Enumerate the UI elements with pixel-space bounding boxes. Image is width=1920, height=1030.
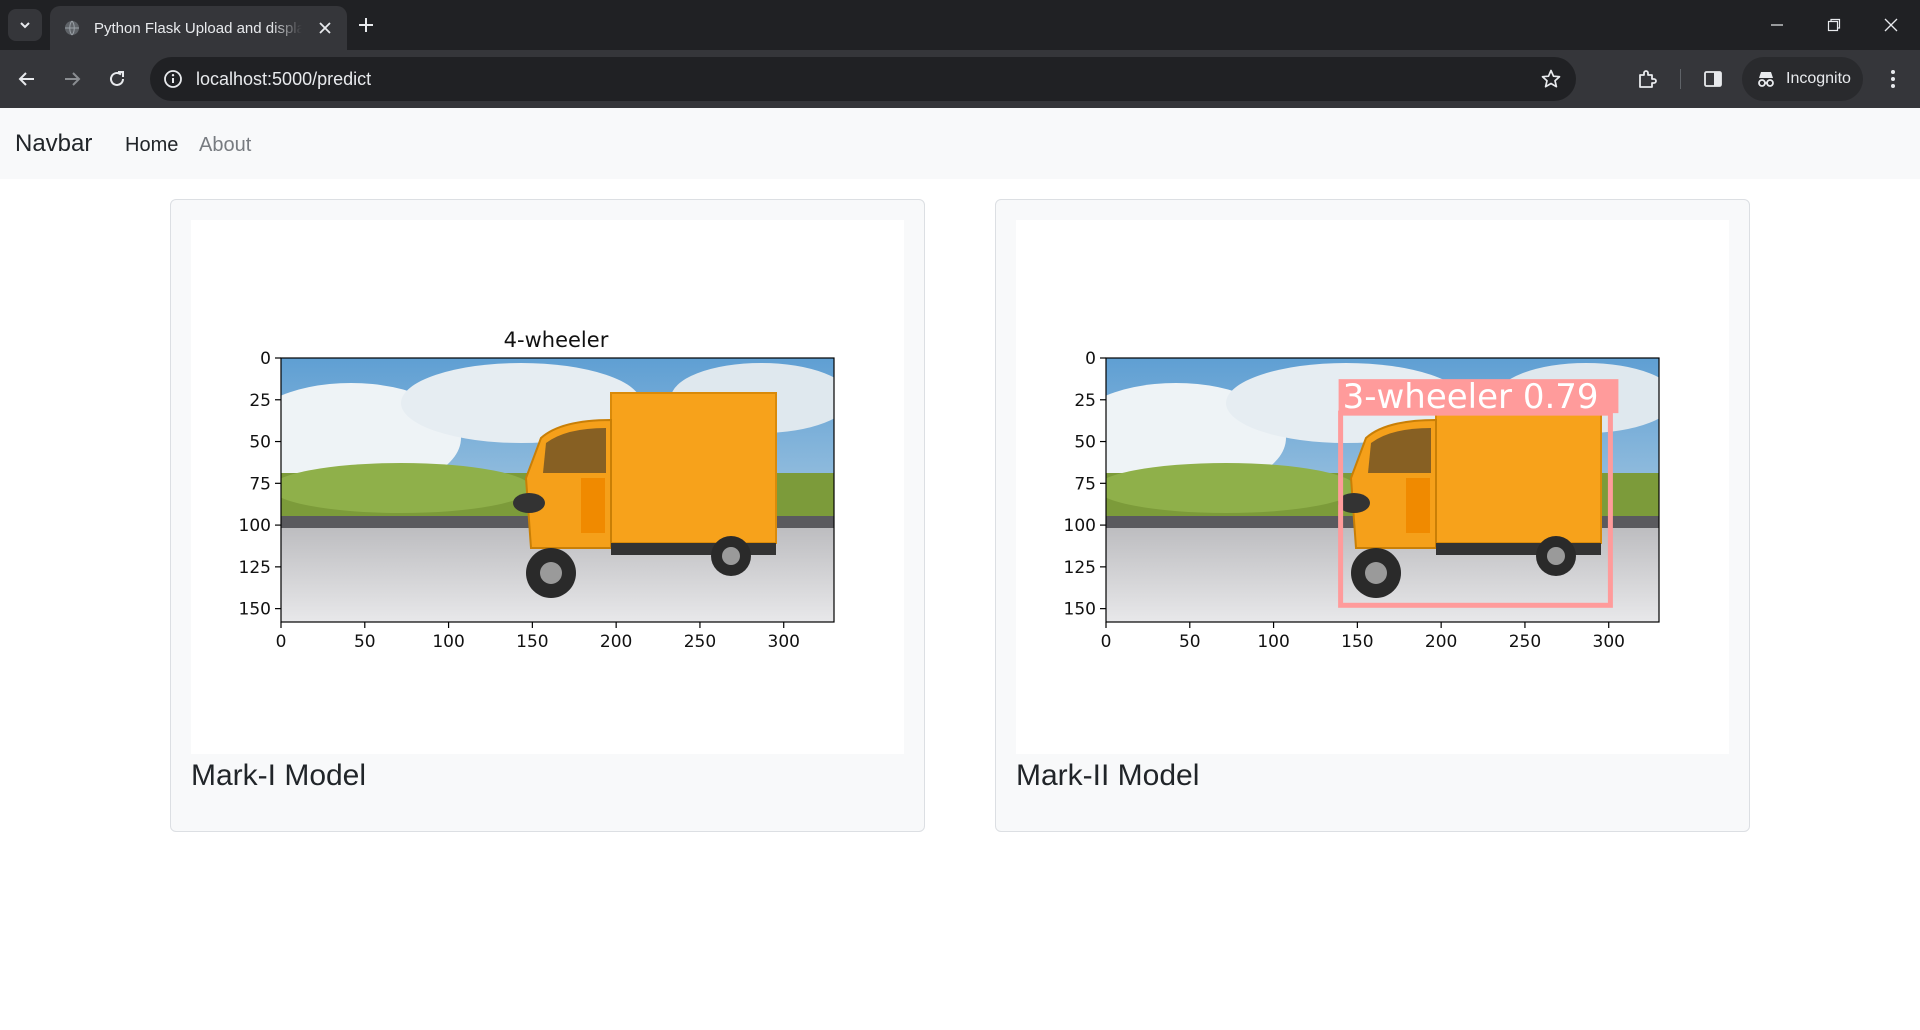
x-axis: 0 50 100 150 200 250 300: [276, 622, 800, 652]
x-tick-label: 100: [1257, 632, 1289, 652]
x-tick-label: 0: [276, 632, 287, 652]
side-panel-button[interactable]: [1700, 66, 1726, 92]
x-tick-label: 300: [768, 632, 800, 652]
tab-title: Python Flask Upload and display image: [94, 19, 302, 37]
arrow-right-icon: [65, 72, 81, 86]
y-tick-label: 0: [260, 349, 271, 369]
y-tick-label: 0: [1085, 349, 1096, 369]
y-tick-label: 100: [1064, 516, 1096, 536]
x-tick-label: 50: [354, 632, 376, 652]
card-title: Mark-II Model: [1016, 759, 1200, 792]
incognito-indicator[interactable]: Incognito: [1742, 57, 1863, 101]
tab-search-button[interactable]: [8, 9, 42, 41]
back-button[interactable]: [13, 65, 41, 93]
extensions-button[interactable]: [1634, 66, 1660, 92]
restore-icon: [1827, 18, 1841, 32]
y-tick-label: 25: [249, 391, 271, 411]
info-icon[interactable]: [162, 68, 184, 90]
forward-button[interactable]: [58, 65, 86, 93]
browser-tab[interactable]: Python Flask Upload and display image: [50, 6, 347, 50]
y-tick-label: 125: [1064, 558, 1096, 578]
navbar-brand[interactable]: Navbar: [15, 130, 92, 158]
x-tick-label: 200: [600, 632, 632, 652]
y-tick-label: 50: [249, 433, 271, 453]
y-tick-label: 150: [239, 600, 271, 620]
y-tick-label: 25: [1074, 391, 1096, 411]
x-tick-label: 200: [1425, 632, 1457, 652]
x-tick-label: 150: [516, 632, 548, 652]
x-tick-label: 0: [1101, 632, 1112, 652]
y-axis: 0 25 50 75 100 125 150: [1064, 349, 1106, 620]
restore-button[interactable]: [1805, 0, 1863, 50]
url-text[interactable]: localhost:5000/predict: [196, 69, 371, 90]
site-navbar: Navbar Home About: [0, 108, 1920, 179]
nav-link-about[interactable]: About: [199, 134, 251, 157]
x-tick-label: 250: [1509, 632, 1541, 652]
reload-button[interactable]: [103, 65, 131, 93]
x-tick-label: 250: [684, 632, 716, 652]
close-icon: [319, 22, 331, 34]
model-card-mark-i: 4-wheeler 0 25 50 75 100 125 150 0 50 10…: [170, 199, 925, 832]
chevron-down-icon: [20, 22, 30, 29]
incognito-label: Incognito: [1786, 70, 1851, 87]
detection-label: 3-wheeler 0.79: [1343, 377, 1599, 417]
page-content: Navbar Home About 4-wheeler 0 25 50 75 1…: [0, 108, 1920, 1030]
truck-photo: [281, 358, 834, 622]
puzzle-icon: [1639, 70, 1657, 88]
prediction-plot: 4-wheeler 0 25 50 75 100 125 150 0 50 10…: [191, 220, 904, 754]
nav-link-home[interactable]: Home: [125, 134, 178, 157]
incognito-icon: [1758, 72, 1774, 87]
tab-close-button[interactable]: [315, 18, 335, 38]
x-axis: 0 50 100 150 200 250 300: [1101, 622, 1625, 652]
y-axis: 0 25 50 75 100 125 150: [239, 349, 281, 620]
reload-icon: [110, 71, 124, 86]
plot-title: 4-wheeler: [504, 328, 609, 352]
x-tick-label: 150: [1341, 632, 1373, 652]
prediction-figure: 3-wheeler 0.79 0 25 50 75 100 125 150 0 50 100 15…: [1064, 349, 1660, 652]
address-bar[interactable]: localhost:5000/predict: [150, 57, 1576, 101]
side-panel-icon: [1704, 71, 1722, 87]
y-tick-label: 125: [239, 558, 271, 578]
prediction-plot: 3-wheeler 0.79 0 25 50 75 100 125 150 0 50 100 15…: [1016, 220, 1729, 754]
x-tick-label: 50: [1179, 632, 1201, 652]
arrow-left-icon: [18, 72, 34, 86]
bookmark-star-icon[interactable]: [1540, 68, 1562, 90]
new-tab-button[interactable]: [353, 12, 379, 38]
toolbar-divider: [1680, 69, 1681, 89]
y-tick-label: 150: [1064, 600, 1096, 620]
more-vert-icon: [1891, 70, 1895, 88]
browser-tabstrip: Python Flask Upload and display image: [0, 0, 1920, 50]
x-tick-label: 100: [432, 632, 464, 652]
minimize-icon: [1771, 24, 1783, 26]
browser-menu-button[interactable]: [1880, 66, 1906, 92]
y-tick-label: 75: [249, 474, 271, 494]
close-icon: [1884, 18, 1898, 32]
x-tick-label: 300: [1593, 632, 1625, 652]
y-tick-label: 75: [1074, 474, 1096, 494]
y-tick-label: 50: [1074, 433, 1096, 453]
plus-icon: [359, 18, 373, 32]
card-title: Mark-I Model: [191, 759, 367, 792]
prediction-figure: 4-wheeler 0255075100125150 0 50 100 150 …: [239, 328, 835, 652]
model-card-mark-ii: 3-wheeler 0.79 0 25 50 75 100 125 150 0 50 100 15…: [995, 199, 1750, 832]
close-window-button[interactable]: [1862, 0, 1920, 50]
minimize-button[interactable]: [1748, 0, 1806, 50]
browser-toolbar: localhost:5000/predict Incognito: [0, 50, 1920, 108]
y-tick-label: 100: [239, 516, 271, 536]
globe-icon: [65, 20, 79, 36]
